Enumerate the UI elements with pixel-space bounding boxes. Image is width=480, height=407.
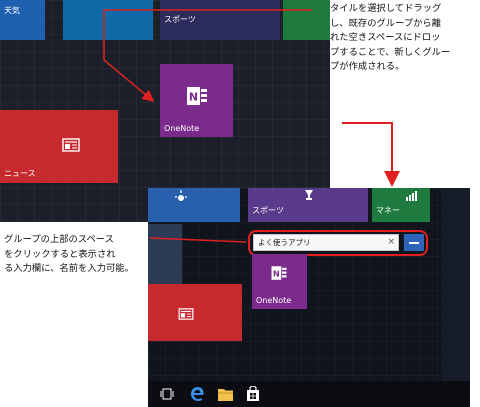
callout-line: グループの上部のスペース <box>4 234 114 245</box>
callout-line: をクリックすると表示され <box>4 248 116 260</box>
callout-line: れた空きスペースにドロッ <box>330 32 441 43</box>
step-arrow <box>342 122 400 187</box>
drag-arrow <box>103 9 312 102</box>
callout-group-name: グループの上部のスペース をクリックすると表示され る入力欄に、名前を入力可能。 <box>4 233 150 277</box>
page: 天気 スポーツ N OneNote ニュース スポーツ マネー よく使うアプリ … <box>0 0 480 407</box>
callout-line: プすることで、新しくグルー <box>330 46 451 58</box>
callout-line: タイルを選択してドラッグ <box>330 3 442 14</box>
input-callout-line <box>149 237 247 243</box>
callout-line: し、既存のグループから離 <box>330 17 442 29</box>
callout-create-group: タイルを選択してドラッグ し、既存のグループから離 れた空きスペースにドロッ プ… <box>330 2 480 75</box>
callout-line: る入力欄に、名前を入力可能。 <box>4 263 134 274</box>
callout-line: プが作成される。 <box>330 61 405 72</box>
